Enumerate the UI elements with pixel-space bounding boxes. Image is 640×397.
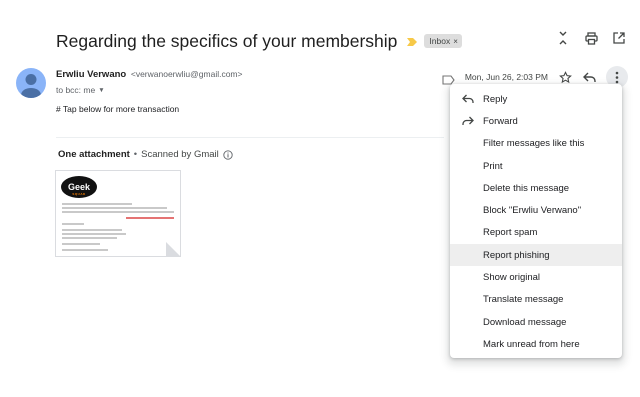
menu-item-label: Filter messages like this	[483, 138, 585, 150]
doc-text-line	[62, 207, 167, 209]
separator-dot: •	[133, 149, 138, 160]
doc-text-line	[62, 249, 108, 251]
doc-text-line	[126, 217, 174, 219]
geek-squad-logo: Geek SQUAD	[61, 176, 97, 198]
page-fold-corner	[166, 242, 180, 256]
doc-text-line	[62, 233, 126, 235]
doc-text-line	[62, 203, 132, 205]
doc-text-line	[62, 237, 117, 239]
attachment-count: One attachment	[58, 149, 130, 160]
recipients-line[interactable]: to bcc: me ▼	[56, 85, 105, 95]
sender-email: <verwanoerwliu@gmail.com>	[130, 69, 243, 79]
sender-name[interactable]: Erwliu Verwano	[56, 69, 126, 80]
inbox-label-chip[interactable]: Inbox ×	[424, 34, 462, 48]
menu-item-reply[interactable]: Reply	[450, 88, 622, 110]
label-tag-icon	[442, 72, 455, 85]
more-options-menu: Reply Forward Filter messages like this …	[450, 84, 622, 358]
menu-item-filter-messages[interactable]: Filter messages like this	[450, 133, 622, 155]
menu-item-label: Print	[483, 160, 503, 172]
doc-text-line	[62, 223, 84, 225]
doc-text-line	[62, 229, 122, 231]
menu-item-block-sender[interactable]: Block "Erwliu Verwano"	[450, 199, 622, 221]
star-icon[interactable]	[558, 69, 572, 85]
menu-item-label: Forward	[483, 115, 518, 127]
open-in-new-window-icon[interactable]	[612, 30, 626, 46]
email-subject: Regarding the specifics of your membersh…	[56, 30, 398, 51]
doc-text-line	[62, 211, 174, 213]
menu-item-label: Show original	[483, 272, 541, 284]
menu-item-report-phishing[interactable]: Report phishing	[450, 244, 622, 267]
subject-row: Regarding the specifics of your membersh…	[56, 28, 462, 54]
show-details-caret-icon[interactable]: ▼	[98, 87, 104, 94]
menu-item-label: Block "Erwliu Verwano"	[483, 205, 582, 217]
expand-collapse-icon[interactable]	[556, 30, 570, 46]
logo-brand-sub: SQUAD	[72, 192, 86, 196]
thread-actions	[556, 30, 626, 46]
menu-item-report-spam[interactable]: Report spam	[450, 222, 622, 244]
reply-icon	[462, 94, 474, 104]
print-all-icon[interactable]	[584, 30, 598, 46]
inbox-label-text: Inbox	[429, 36, 451, 46]
menu-item-forward[interactable]: Forward	[450, 110, 622, 132]
sender-line: Erwliu Verwano <verwanoerwliu@gmail.com>	[56, 69, 242, 80]
attachments-header: One attachment • Scanned by Gmail	[58, 149, 233, 160]
forward-icon	[462, 116, 474, 126]
menu-item-download[interactable]: Download message	[450, 311, 622, 333]
menu-item-label: Translate message	[483, 294, 564, 306]
attachment-thumbnail[interactable]: Geek SQUAD	[55, 170, 181, 257]
body-divider	[56, 137, 444, 138]
reply-icon[interactable]	[582, 69, 596, 85]
recipients-text: to bcc: me	[56, 85, 96, 95]
menu-item-label: Mark unread from here	[483, 338, 580, 350]
menu-item-label: Reply	[483, 93, 508, 105]
important-marker-icon[interactable]	[406, 35, 418, 47]
menu-item-mark-unread[interactable]: Mark unread from here	[450, 333, 622, 355]
menu-item-label: Report spam	[483, 227, 538, 239]
scanned-by-gmail: Scanned by Gmail	[141, 149, 219, 160]
logo-brand: Geek	[67, 182, 91, 192]
menu-item-translate[interactable]: Translate message	[450, 289, 622, 311]
doc-text-line	[62, 243, 100, 245]
menu-item-show-original[interactable]: Show original	[450, 266, 622, 288]
message-date: Mon, Jun 26, 2:03 PM	[464, 72, 548, 82]
sender-avatar[interactable]	[16, 68, 46, 98]
menu-item-delete[interactable]: Delete this message	[450, 177, 622, 199]
menu-item-label: Delete this message	[483, 182, 570, 194]
menu-item-label: Download message	[483, 316, 567, 328]
info-icon[interactable]	[223, 149, 233, 160]
remove-label-button[interactable]: ×	[453, 37, 458, 46]
email-body: # Tap below for more transaction	[56, 104, 180, 114]
menu-item-label: Report phishing	[483, 249, 550, 261]
menu-item-print[interactable]: Print	[450, 155, 622, 177]
